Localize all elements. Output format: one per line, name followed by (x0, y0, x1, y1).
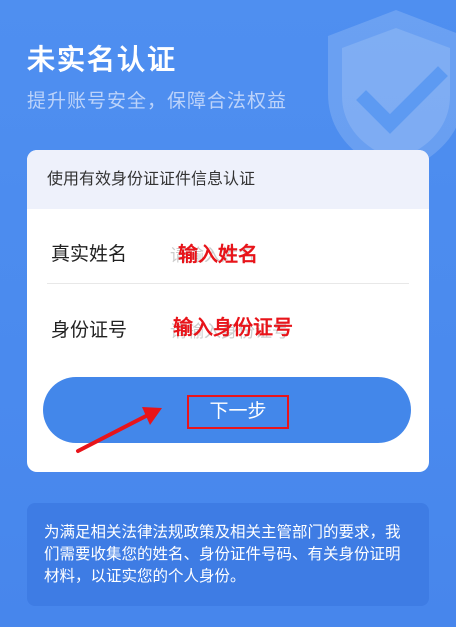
id-number-row: 身份证号 请输入身份证号 输入身份证号 (27, 291, 429, 365)
real-name-row: 真实姓名 请输入姓名 输入姓名 (27, 215, 429, 289)
card-header: 使用有效身份证证件信息认证 (27, 150, 429, 209)
page-title: 未实名认证 (27, 44, 178, 75)
real-name-annotation: 输入姓名 (178, 244, 258, 266)
id-number-label: 身份证号 (51, 320, 128, 341)
real-name-label: 真实姓名 (51, 244, 128, 265)
privacy-notice: 为满足相关法律法规政策及相关主管部门的要求，我们需要收集您的姓名、身份证件号码、… (27, 503, 429, 606)
id-number-annotation: 输入身份证号 (173, 317, 293, 339)
next-button-label: 下一步 (187, 395, 289, 429)
arrow-annotation-icon (76, 407, 162, 453)
field-divider (47, 283, 409, 284)
page-subtitle: 提升账号安全，保障合法权益 (27, 91, 288, 112)
